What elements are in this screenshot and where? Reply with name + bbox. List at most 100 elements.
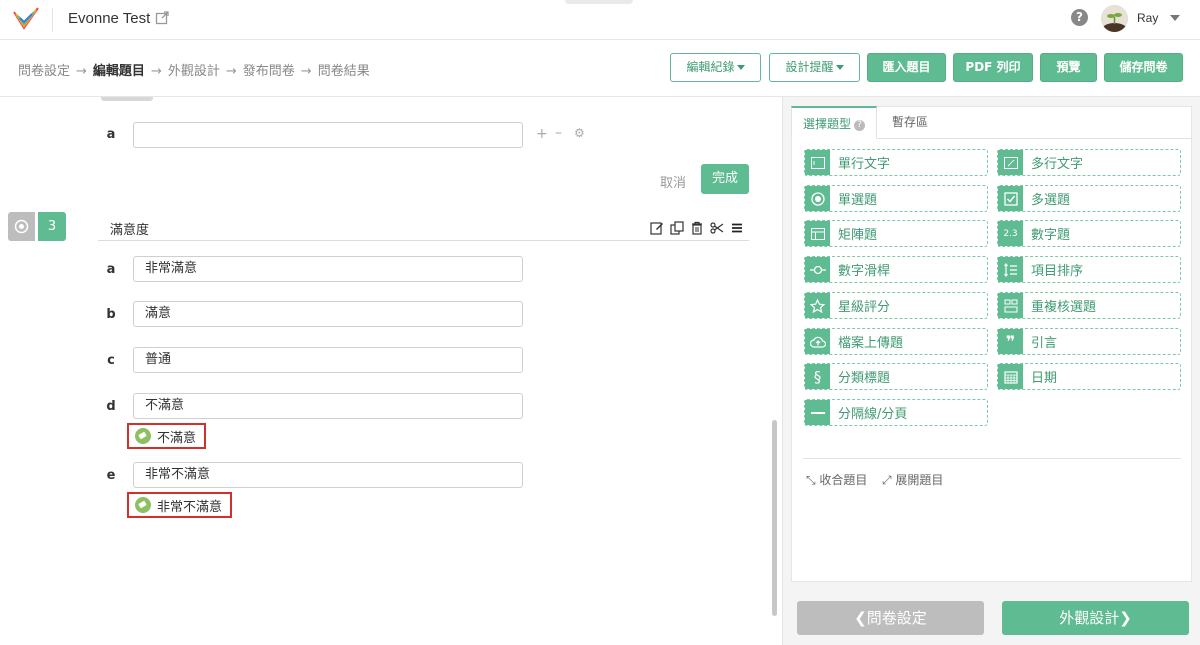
option-letter: a [106, 127, 116, 142]
option-input[interactable] [133, 122, 523, 148]
slider-icon [805, 257, 830, 282]
section-icon: § [805, 364, 830, 389]
tab-question-types[interactable]: 選擇題型? [791, 106, 878, 139]
step-edit-questions[interactable]: 編輯題目 [93, 60, 145, 79]
question-type-badge[interactable] [8, 212, 35, 241]
expand-label: 展開題目 [895, 473, 944, 487]
preview-button[interactable]: 預覽 [1040, 53, 1097, 82]
quote-icon: ❞ [998, 329, 1023, 354]
edit-log-button[interactable]: 編輯紀錄 [670, 53, 761, 82]
edit-icon[interactable] [650, 221, 664, 235]
qtype-label: 引言 [1031, 336, 1058, 351]
tab-staging-area[interactable]: 暫存區 [881, 106, 939, 139]
qtype-label: 數字滑桿 [838, 264, 891, 279]
app-logo[interactable] [12, 6, 40, 32]
pdf-print-button[interactable]: PDF 列印 [953, 53, 1033, 82]
divider-icon [805, 400, 830, 425]
add-option-icon[interactable]: + [536, 126, 548, 142]
chevron-left-icon: ❮ [854, 609, 867, 627]
qtype-sort[interactable]: 項目排序 [997, 256, 1181, 283]
sort-icon [998, 257, 1023, 282]
external-link-icon[interactable] [155, 11, 169, 25]
next-step-label: 外觀設計 [1059, 609, 1120, 627]
question-title[interactable]: 滿意度 [110, 219, 149, 238]
arrow-icon: → [300, 64, 312, 79]
step-results[interactable]: 問卷結果 [318, 60, 370, 79]
qtype-file-upload[interactable]: 檔案上傳題 [804, 328, 988, 355]
question-number[interactable]: 3 [38, 212, 66, 241]
option-tag[interactable]: 不滿意 [127, 423, 207, 449]
single-line-icon [805, 150, 830, 175]
qtype-repeat-check[interactable]: 重複核選題 [997, 292, 1181, 319]
option-input[interactable]: 滿意 [133, 301, 523, 327]
qtype-quote[interactable]: ❞ 引言 [997, 328, 1181, 355]
panel-divider [803, 458, 1181, 459]
scissors-icon[interactable] [710, 221, 724, 235]
tag-icon [135, 497, 151, 513]
multi-line-icon [998, 150, 1023, 175]
calendar-icon [998, 364, 1023, 389]
help-icon[interactable]: ? [854, 120, 866, 131]
chevron-down-icon[interactable] [1170, 15, 1180, 21]
prev-step-button[interactable]: ❮問卷設定 [797, 601, 984, 635]
qtype-label: 多選題 [1031, 193, 1071, 208]
save-survey-button[interactable]: 儲存問卷 [1104, 53, 1183, 82]
breadcrumb: 問卷設定 → 編輯題目 → 外觀設計 → 發布問卷 → 問卷結果 [18, 60, 370, 79]
option-input[interactable]: 普通 [133, 347, 523, 373]
editor-scrollbar[interactable] [772, 420, 777, 616]
radio-icon [805, 186, 830, 211]
qtype-divider[interactable]: 分隔線/分頁 [804, 399, 988, 426]
prev-step-label: 問卷設定 [866, 609, 927, 627]
qtype-number[interactable]: 2.3 數字題 [997, 220, 1181, 247]
gear-icon[interactable]: ⚙ [574, 126, 585, 140]
qtype-label: 分隔線/分頁 [838, 407, 908, 422]
cancel-link[interactable]: 取消 [660, 172, 686, 191]
step-publish[interactable]: 發布問卷 [243, 60, 295, 79]
import-button[interactable]: 匯入題目 [867, 53, 946, 82]
design-tips-button[interactable]: 設計提醒 [769, 53, 860, 82]
done-button[interactable]: 完成 [701, 164, 749, 194]
option-letter: e [106, 468, 116, 483]
qtype-date[interactable]: 日期 [997, 363, 1181, 390]
qtype-single-line[interactable]: 單行文字 [804, 149, 988, 176]
design-tips-label: 設計提醒 [785, 60, 834, 74]
option-letter: d [106, 399, 116, 414]
qtype-label: 檔案上傳題 [838, 336, 904, 351]
copy-icon[interactable] [670, 221, 684, 235]
caret-down-icon [736, 65, 745, 70]
option-input[interactable]: 不滿意 [133, 393, 523, 419]
expand-questions-button[interactable]: ⤢ 展開題目 [882, 471, 943, 488]
avatar[interactable] [1101, 5, 1128, 32]
qtype-label: 項目排序 [1031, 264, 1084, 279]
caret-down-icon [835, 65, 844, 70]
cloud-upload-icon [805, 329, 830, 354]
remove-option-icon[interactable]: – [555, 125, 562, 141]
qtype-star-rating[interactable]: 星級評分 [804, 292, 988, 319]
qtype-slider[interactable]: 數字滑桿 [804, 256, 988, 283]
expand-icon: ⤢ [882, 473, 896, 487]
qtype-matrix[interactable]: 矩陣題 [804, 220, 988, 247]
qtype-multi-line[interactable]: 多行文字 [997, 149, 1181, 176]
top-bar: Evonne Test ? Ray [0, 0, 1200, 40]
number-icon: 2.3 [998, 221, 1023, 246]
drag-handle-icon[interactable] [730, 221, 744, 235]
qtype-label: 星級評分 [838, 300, 891, 315]
step-appearance[interactable]: 外觀設計 [168, 60, 220, 79]
option-letter: a [106, 262, 116, 277]
qtype-single-choice[interactable]: 單選題 [804, 185, 988, 212]
option-letter: c [107, 353, 115, 368]
collapse-questions-button[interactable]: ⤡ 收合題目 [806, 471, 867, 488]
trash-icon[interactable] [690, 221, 704, 235]
help-icon[interactable]: ? [1071, 9, 1088, 26]
option-input[interactable]: 非常不滿意 [133, 462, 523, 488]
user-name[interactable]: Ray [1137, 11, 1158, 25]
qtype-label: 分類標題 [838, 371, 891, 386]
qtype-multi-choice[interactable]: 多選題 [997, 185, 1181, 212]
option-letter: b [106, 307, 116, 322]
qtype-section-title[interactable]: § 分類標題 [804, 363, 988, 390]
next-step-button[interactable]: 外觀設計❯ [1002, 601, 1189, 635]
option-tag[interactable]: 非常不滿意 [127, 492, 233, 518]
option-input[interactable]: 非常滿意 [133, 256, 523, 282]
step-survey-settings[interactable]: 問卷設定 [18, 60, 70, 79]
question-toolbar [650, 221, 744, 235]
